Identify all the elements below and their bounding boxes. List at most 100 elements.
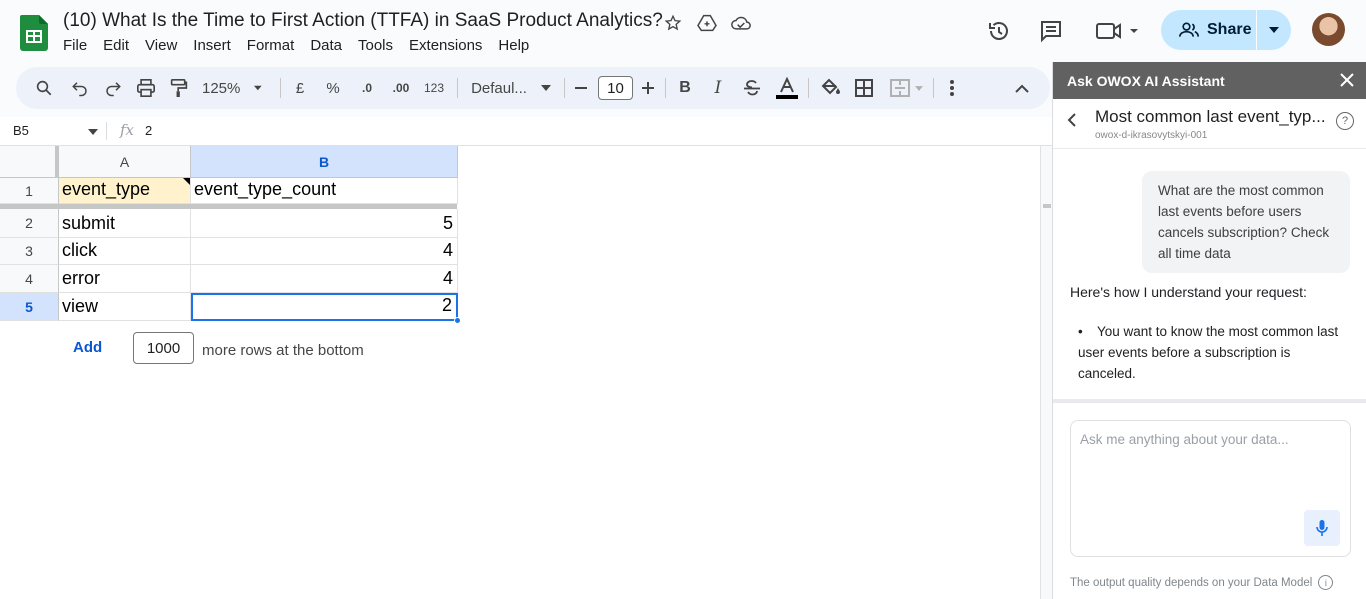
font-family-value: Defaul... <box>471 79 527 97</box>
search-icon[interactable] <box>32 67 56 109</box>
increase-decimal-button[interactable]: .00 <box>388 67 414 109</box>
ai-bullet-text: You want to know the most common last us… <box>1078 324 1339 381</box>
chevron-down-icon <box>254 85 262 91</box>
add-rows-count-input[interactable]: 1000 <box>133 332 194 364</box>
share-dropdown-icon[interactable] <box>1257 27 1291 33</box>
select-all-corner[interactable] <box>0 146 59 178</box>
cell-b2[interactable]: 5 <box>191 209 458 238</box>
cell-a2[interactable]: submit <box>59 209 191 238</box>
sheets-logo-icon[interactable] <box>20 15 48 51</box>
panel-title: Ask OWOX AI Assistant <box>1067 72 1225 89</box>
cell-b4[interactable]: 4 <box>191 265 458 293</box>
fill-color-icon[interactable] <box>819 67 841 109</box>
microphone-icon[interactable] <box>1304 510 1340 546</box>
share-label: Share <box>1207 21 1252 38</box>
ai-assistant-panel: Ask OWOX AI Assistant Most common last e… <box>1052 62 1366 599</box>
help-icon[interactable]: ? <box>1336 112 1354 130</box>
chat-subtitle: owox-d-ikrasovytskyi-001 <box>1095 130 1208 141</box>
row-header-3[interactable]: 3 <box>0 238 59 265</box>
close-icon[interactable] <box>1340 71 1354 92</box>
merge-cells-icon[interactable] <box>887 67 925 109</box>
selected-cell-b5[interactable]: 2 <box>191 293 458 321</box>
column-header-b[interactable]: B <box>191 146 458 178</box>
decrease-font-size-button[interactable] <box>573 67 589 109</box>
percent-format-button[interactable]: % <box>323 67 343 109</box>
print-icon[interactable] <box>134 67 158 109</box>
menu-edit[interactable]: Edit <box>103 37 129 54</box>
back-arrow-icon[interactable] <box>1067 112 1077 133</box>
menu-format[interactable]: Format <box>247 37 295 54</box>
vertical-scrollbar[interactable] <box>1040 146 1052 599</box>
more-formats-button[interactable]: 123 <box>422 67 446 109</box>
add-rows-button[interactable]: Add <box>73 339 102 356</box>
avatar[interactable] <box>1312 13 1345 46</box>
cell-a1[interactable]: event_type <box>59 178 191 204</box>
collapse-menus-icon[interactable] <box>1012 67 1032 109</box>
redo-icon[interactable] <box>101 67 125 109</box>
star-icon[interactable] <box>662 12 684 34</box>
menu-view[interactable]: View <box>145 37 177 54</box>
menu-bar: File Edit View Insert Format Data Tools … <box>63 37 545 54</box>
fx-icon: fx <box>120 121 135 139</box>
row-header-5[interactable]: 5 <box>0 293 59 321</box>
row-header-4[interactable]: 4 <box>0 265 59 293</box>
note-indicator-icon <box>183 178 190 185</box>
cell-b3[interactable]: 4 <box>191 238 458 265</box>
column-header-a[interactable]: A <box>59 146 191 178</box>
people-icon <box>1179 22 1199 37</box>
comments-icon[interactable] <box>1038 18 1064 44</box>
text-color-icon[interactable] <box>776 67 798 109</box>
chat-input[interactable]: Ask me anything about your data... <box>1070 420 1351 557</box>
cloud-status-icon[interactable] <box>730 12 752 34</box>
bold-button[interactable]: B <box>677 67 693 109</box>
app-header: (10) What Is the Time to First Action (T… <box>0 0 1366 62</box>
toolbar: 125% £ % .0 .00 123 Defaul... 10 B I <box>16 67 1050 109</box>
menu-file[interactable]: File <box>63 37 87 54</box>
move-to-drive-icon[interactable] <box>696 12 718 34</box>
italic-button[interactable]: I <box>710 67 726 109</box>
menu-extensions[interactable]: Extensions <box>409 37 482 54</box>
font-size-input[interactable]: 10 <box>598 76 633 100</box>
formula-bar: B5 fx 2 <box>0 117 1052 146</box>
cell-a3[interactable]: click <box>59 238 191 265</box>
font-family-select[interactable]: Defaul... <box>468 67 554 109</box>
ai-response-list: • You want to know the most common last … <box>1078 321 1346 384</box>
currency-format-button[interactable]: £ <box>292 67 308 109</box>
name-box[interactable]: B5 <box>13 123 29 138</box>
chat-title: Most common last event_typ... <box>1095 107 1326 126</box>
chevron-down-icon[interactable] <box>88 129 98 135</box>
row-header-1[interactable]: 1 <box>0 178 59 204</box>
chat-scroll-divider <box>1053 399 1366 403</box>
version-history-icon[interactable] <box>986 18 1012 44</box>
menu-help[interactable]: Help <box>498 37 529 54</box>
footer-note: The output quality depends on your Data … <box>1070 575 1334 590</box>
info-icon[interactable]: i <box>1318 575 1334 590</box>
panel-header: Ask OWOX AI Assistant <box>1053 62 1366 99</box>
chevron-down-icon <box>540 85 551 91</box>
borders-icon[interactable] <box>854 67 874 109</box>
cell-a5[interactable]: view <box>59 293 191 321</box>
undo-icon[interactable] <box>68 67 92 109</box>
strikethrough-icon[interactable] <box>742 67 762 109</box>
spreadsheet-grid: A B 1 event_type event_type_count 2 subm… <box>0 146 1040 599</box>
more-options-icon[interactable] <box>944 67 960 109</box>
add-rows-suffix: more rows at the bottom <box>202 342 364 359</box>
zoom-select[interactable]: 125% <box>202 67 262 109</box>
increase-font-size-button[interactable] <box>640 67 656 109</box>
bullet-icon: • <box>1078 324 1083 339</box>
decrease-decimal-button[interactable]: .0 <box>356 67 378 109</box>
menu-tools[interactable]: Tools <box>358 37 393 54</box>
ai-intro-text: Here's how I understand your request: <box>1070 284 1307 300</box>
document-title[interactable]: (10) What Is the Time to First Action (T… <box>63 10 663 32</box>
row-header-2[interactable]: 2 <box>0 209 59 238</box>
menu-data[interactable]: Data <box>310 37 342 54</box>
menu-insert[interactable]: Insert <box>193 37 231 54</box>
cell-a4[interactable]: error <box>59 265 191 293</box>
zoom-value: 125% <box>202 79 241 97</box>
formula-input[interactable]: 2 <box>145 123 152 138</box>
share-button[interactable]: Share <box>1161 10 1291 50</box>
fill-handle[interactable] <box>454 317 461 324</box>
paint-format-icon[interactable] <box>167 67 191 109</box>
cell-b1[interactable]: event_type_count <box>191 178 458 204</box>
meet-icon[interactable] <box>1094 18 1140 44</box>
